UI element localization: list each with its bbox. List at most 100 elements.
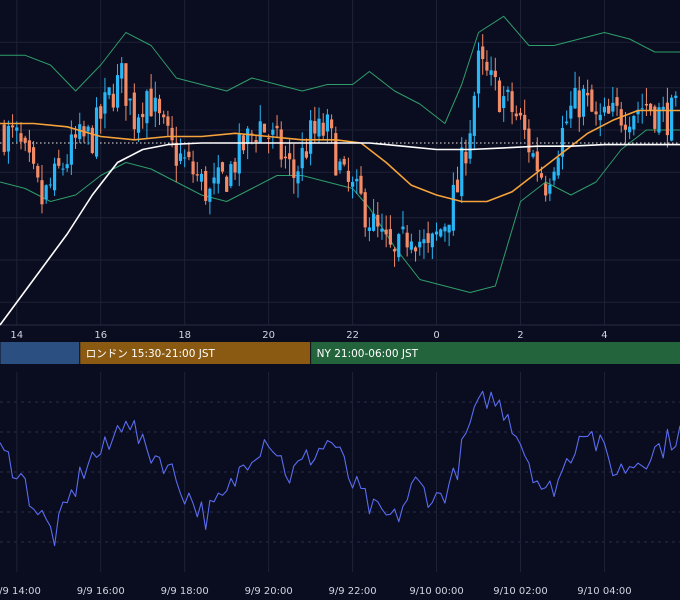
candle-up [128,98,132,101]
price-x-tick-label: 22 [346,330,359,341]
candle-up [409,241,413,250]
candle-up [451,184,455,231]
price-x-tick-label: 14 [10,330,23,341]
candle-down [313,121,317,134]
price-x-tick-label: 0 [433,330,439,341]
candle-down [493,70,497,78]
candle-up [548,184,552,194]
candle-down [330,119,334,129]
candle-up [338,161,342,171]
candle-down [321,122,325,136]
session-bar: ロンドン 15:30-21:00 JST NY 21:00-06:00 JST [0,342,680,364]
candle-down [363,192,367,228]
candle-up [86,126,90,132]
candle-down [376,214,380,227]
candle-down [99,106,103,119]
candle-down [292,159,296,178]
candle-down [275,125,279,129]
candle-down [149,88,153,117]
candle-down [577,90,581,118]
oscillator-x-tick-label: 9/9 22:00 [329,586,377,597]
candle-down [31,147,36,164]
candle-down [607,105,611,114]
candle-down [23,137,27,143]
candle-down [166,116,170,126]
candle-up [447,224,451,233]
candle-up [178,153,183,161]
candle-up [460,147,464,197]
price-x-tick-label: 18 [178,330,191,341]
candle-up [6,125,10,152]
candle-down [170,127,174,141]
candle-up [78,124,82,140]
candle-down [254,140,258,143]
candle-up [602,106,607,113]
candle-up [44,185,48,200]
candle-up [472,95,476,136]
candle-up [107,87,111,96]
candle-up [115,75,120,108]
candle-down [195,174,199,176]
chart-background [0,0,680,600]
candle-up [229,164,233,187]
candle-down [527,128,531,153]
candle-up [569,105,573,119]
candle-up [502,96,506,109]
candle-up [468,133,472,159]
candle-up [628,126,632,133]
candle-down [464,151,468,164]
candle-down [514,113,518,117]
candle-up [212,177,216,184]
candle-up [422,239,426,244]
candle-down [40,180,44,205]
candle-up [674,95,678,98]
candle-down [27,140,31,153]
candle-down [481,46,485,60]
candle-down [590,89,594,112]
candle-up [325,114,330,132]
candle-down [346,170,350,182]
chart-canvas: 14 16 18 20 22 0 2 4 ロンドン 15:30-21:00 JST NY 21:… [0,0,680,600]
candle-down [359,175,363,194]
candle-up [52,163,57,191]
candle-down [10,125,15,128]
candle-down [413,247,418,252]
candle-down [262,123,267,133]
candle-down [2,124,6,152]
candle-up [120,63,124,79]
candle-up [153,97,157,112]
candle-down [157,98,162,114]
candle-down [392,249,397,252]
candle-up [439,229,443,237]
candle-up [208,188,212,202]
candle-up [670,97,674,141]
candle-down [455,179,460,193]
candle-down [405,232,409,248]
candle-down [615,97,619,106]
candle-up [611,102,615,112]
candle-down [73,134,78,138]
candle-down [162,114,166,118]
candle-down [426,233,430,243]
oscillator-x-tick-label: 9/10 04:00 [577,586,631,597]
candle-up [94,107,99,157]
price-x-tick-label: 16 [94,330,107,341]
candle-up [443,226,447,232]
candle-down [225,176,229,192]
session-tokyo-bar [0,342,80,364]
oscillator-x-tick-label: 9/9 14:00 [0,586,41,597]
candle-up [556,157,560,176]
candle-down [342,158,346,165]
candle-up [199,173,204,182]
candle-up [640,108,644,110]
candle-down [141,113,145,118]
candle-up [258,121,262,143]
candle-down [497,80,502,113]
candle-up [506,89,510,93]
candle-up [661,106,665,110]
candle-down [586,92,590,96]
candle-up [418,241,422,248]
candle-down [644,103,649,106]
oscillator-x-tick-label: 9/9 16:00 [77,586,125,597]
candle-up [573,87,577,109]
